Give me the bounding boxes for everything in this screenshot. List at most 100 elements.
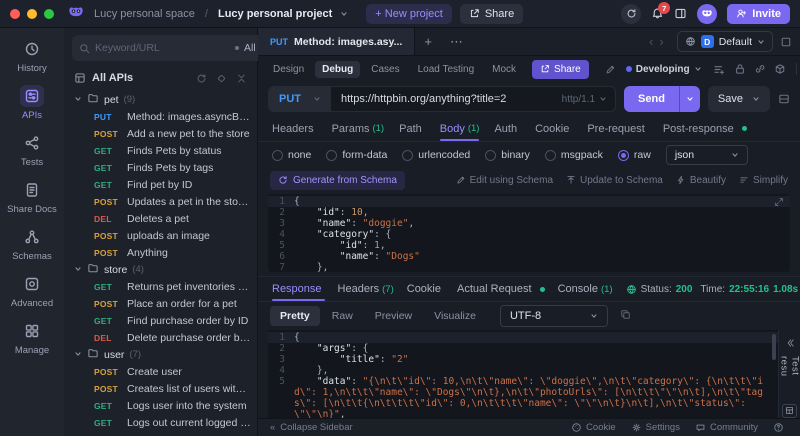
test-results-tab[interactable]: Test resu <box>779 356 800 396</box>
search-box[interactable]: All <box>72 35 276 61</box>
response-tab[interactable]: Cookie <box>407 277 444 301</box>
collapse-sidebar-button[interactable]: « Collapse Sidebar <box>270 422 353 433</box>
save-options-chevron-icon[interactable] <box>752 95 760 103</box>
collapse-all-icon[interactable] <box>236 73 247 84</box>
minimize-window-button[interactable] <box>27 8 37 19</box>
mode-tab[interactable]: Debug <box>315 60 361 78</box>
send-options-chevron-icon[interactable] <box>686 95 694 103</box>
tree-row[interactable]: Place an order for a pet POST Place an o… <box>64 295 257 312</box>
tab-overflow-button[interactable]: ⋯ <box>441 34 472 50</box>
generate-from-schema-button[interactable]: Generate from Schema <box>270 170 405 190</box>
status-bar-item[interactable]: Community <box>695 422 758 433</box>
update-to-schema-button[interactable]: Update to Schema <box>566 175 663 186</box>
view-tab[interactable]: Preview <box>365 306 422 326</box>
tree-row[interactable]: Find purchase order by ID GET Find purch… <box>64 312 257 329</box>
sync-button[interactable] <box>621 3 642 24</box>
edit-title-pencil-icon[interactable] <box>605 64 616 75</box>
package-icon[interactable] <box>774 63 786 75</box>
tree-row[interactable]: Method: images.asyncBatchAnn... PUT Meth… <box>64 108 257 125</box>
response-tab[interactable]: Console (1) <box>558 277 613 301</box>
tree-row[interactable]: Deletes a pet DEL Deletes a pet <box>64 210 257 227</box>
view-tab[interactable]: Raw <box>322 306 363 326</box>
refresh-tree-icon[interactable] <box>196 73 207 84</box>
edit-using-schema-button[interactable]: Edit using Schema <box>456 175 553 186</box>
tree-row[interactable]: Logs user into the system GET Logs user … <box>64 397 257 414</box>
mode-tab[interactable]: Load Testing <box>411 61 482 78</box>
sidebar-toggle-button[interactable] <box>674 7 687 20</box>
document-tab[interactable]: PUT Method: images.asy... <box>258 28 416 55</box>
workspace-share-button[interactable]: Share <box>459 3 524 24</box>
tree-row[interactable]: Returns pet inventories by status GET Re… <box>64 278 257 295</box>
lock-icon[interactable] <box>734 63 746 75</box>
url-input[interactable]: https://httpbin.org/anything?title=2 <box>331 93 562 105</box>
nav-rail-item[interactable]: Advanced <box>3 269 61 312</box>
tree-row[interactable]: Create user POST Create user <box>64 363 257 380</box>
http-version-select[interactable]: http/1.1 <box>562 94 615 105</box>
tree-row[interactable]: Finds Pets by tags GET Finds Pets by tag… <box>64 159 257 176</box>
search-input[interactable] <box>95 42 230 54</box>
expand-editor-icon[interactable] <box>774 197 784 210</box>
tree-row[interactable]: Updates a pet in the store with f... POS… <box>64 193 257 210</box>
tree-row[interactable]: Finds Pets by status GET Finds Pets by s… <box>64 142 257 159</box>
tree-row[interactable]: Find pet by ID GET Find pet by ID <box>64 176 257 193</box>
expand-panel-double-chevron-icon[interactable] <box>785 338 795 348</box>
endpoint-share-button[interactable]: Share <box>532 59 589 79</box>
mode-tab[interactable]: Mock <box>485 61 523 78</box>
status-bar-item[interactable] <box>773 422 788 433</box>
view-tab[interactable]: Pretty <box>270 306 320 326</box>
tree-row[interactable]: uploads an image POST uploads an image <box>64 227 257 244</box>
body-type-radio[interactable]: urlencoded <box>402 149 470 161</box>
search-filter-select[interactable]: All <box>244 42 256 54</box>
response-tab[interactable]: Actual Request <box>457 277 545 301</box>
nav-rail-item[interactable]: Tests <box>3 128 61 171</box>
tree-row[interactable]: user (7) user <box>64 346 257 363</box>
response-tab[interactable]: Headers (7) <box>338 277 394 301</box>
tree-row[interactable]: Anything POST Anything <box>64 244 257 261</box>
request-tab[interactable]: Path <box>399 116 425 141</box>
body-type-radio[interactable]: binary <box>485 149 530 161</box>
breadcrumb-workspace[interactable]: Lucy personal space <box>94 8 195 20</box>
nav-rail-item[interactable]: Schemas <box>3 222 61 265</box>
response-body-editor[interactable]: 1{2 "args": {3 "title": "2" 4 }, 5 "data":… <box>268 330 778 418</box>
folder-chevron-icon[interactable] <box>74 95 82 103</box>
status-selector[interactable]: Developing <box>625 64 702 75</box>
send-button[interactable]: Send <box>624 86 700 112</box>
nav-rail-item[interactable]: Manage <box>3 316 61 359</box>
tab-nav-arrows[interactable]: ‹› <box>649 34 670 49</box>
method-select[interactable]: PUT <box>269 87 331 111</box>
body-type-radio[interactable]: none <box>272 149 311 161</box>
request-tab[interactable]: Auth <box>494 116 520 141</box>
beautify-button[interactable]: Beautify <box>676 175 726 186</box>
tree-row[interactable]: Add a new pet to the store POST Add a ne… <box>64 125 257 142</box>
encoding-select[interactable]: UTF-8 <box>499 305 608 327</box>
body-type-radio[interactable]: msgpack <box>544 149 603 161</box>
scrollbar-thumb[interactable] <box>772 334 776 360</box>
nav-rail-item[interactable]: APIs <box>3 81 61 124</box>
request-body-editor[interactable]: 1{2 "id": 10, 3 "name": "doggie", 4 "categ… <box>268 194 790 272</box>
request-tab[interactable]: Post-response <box>663 116 747 141</box>
simplify-button[interactable]: Simplify <box>739 175 788 186</box>
raw-format-select[interactable]: json <box>665 145 748 165</box>
layout-toggle-button[interactable] <box>780 36 792 48</box>
request-tab[interactable]: Body (1) <box>439 116 479 141</box>
body-type-radio[interactable]: raw <box>617 149 651 161</box>
invite-button[interactable]: Invite <box>727 3 790 24</box>
status-bar-item[interactable]: Settings <box>631 422 680 433</box>
body-type-radio[interactable]: form-data <box>326 149 387 161</box>
request-tab[interactable]: Pre-request <box>587 116 647 141</box>
folder-chevron-icon[interactable] <box>74 350 82 358</box>
mode-tab[interactable]: Design <box>266 61 311 78</box>
test-results-panel-button[interactable] <box>782 403 797 418</box>
tree-row[interactable]: Delete purchase order by ID DEL Delete p… <box>64 329 257 346</box>
request-tab[interactable]: Headers <box>272 116 317 141</box>
maximize-window-button[interactable] <box>44 8 54 19</box>
request-tab[interactable]: Params (1) <box>332 116 385 141</box>
status-bar-item[interactable]: Cookie <box>571 422 616 433</box>
tree-row[interactable]: Logs out current logged in user s... GET… <box>64 414 257 431</box>
request-tab[interactable]: Cookie <box>535 116 572 141</box>
new-project-button[interactable]: + New project <box>366 3 452 24</box>
response-tab[interactable]: Response <box>272 277 325 301</box>
user-avatar[interactable] <box>697 3 718 24</box>
window-controls[interactable] <box>10 8 54 19</box>
tree-row[interactable]: Creates list of users with given in... P… <box>64 380 257 397</box>
